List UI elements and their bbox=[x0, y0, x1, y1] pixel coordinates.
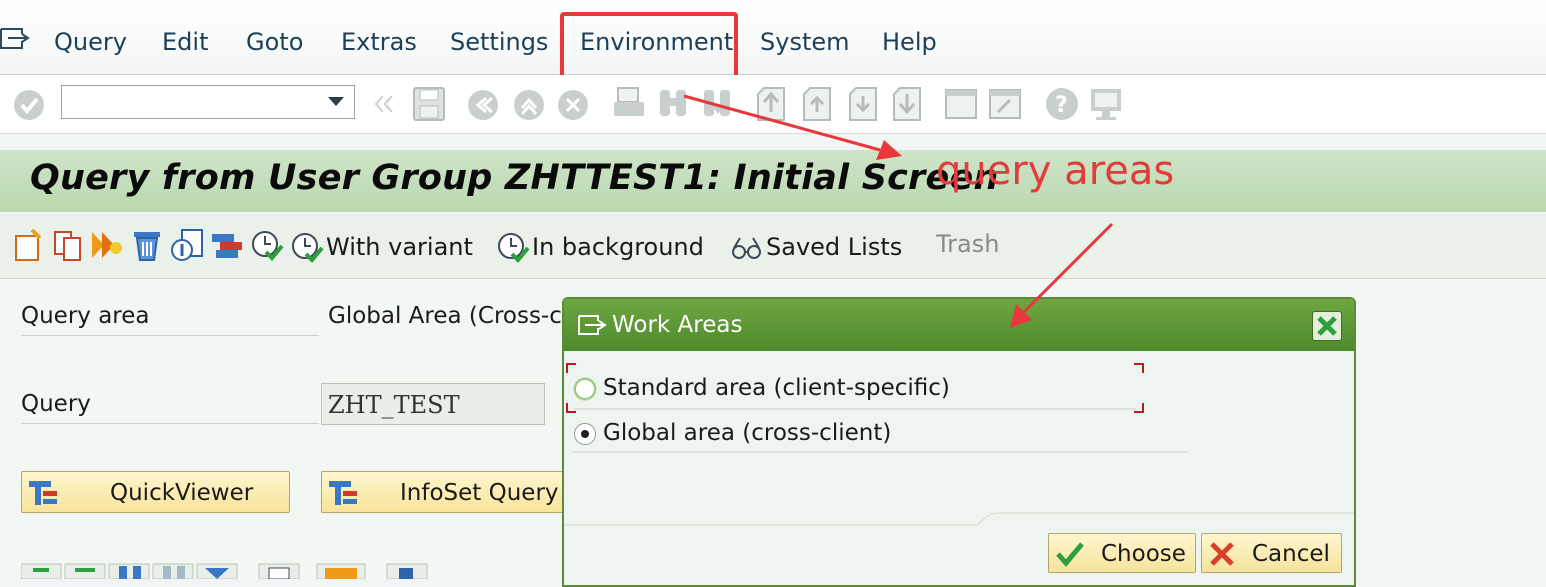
menu-system[interactable]: System bbox=[760, 28, 850, 56]
infoset-icon[interactable] bbox=[210, 228, 244, 262]
dialog-title-bar: Work Areas bbox=[564, 299, 1354, 351]
cancel-button[interactable]: Cancel bbox=[1201, 533, 1342, 573]
svg-text:?: ? bbox=[1055, 93, 1068, 118]
menu-extras[interactable]: Extras bbox=[341, 28, 417, 56]
dialog-menu-icon bbox=[578, 315, 607, 335]
menu-query[interactable]: Query bbox=[54, 28, 127, 56]
choose-button[interactable]: Choose bbox=[1048, 533, 1196, 573]
in-background-button[interactable]: In background bbox=[496, 230, 704, 264]
option-standard-area-label: Standard area (client-specific) bbox=[603, 375, 950, 401]
quickviewer-icon bbox=[29, 481, 57, 505]
dropdown-arrow-icon[interactable] bbox=[328, 97, 344, 107]
execute-variant-icon bbox=[292, 233, 324, 263]
trash-button[interactable]: Trash bbox=[936, 230, 999, 258]
create-icon[interactable] bbox=[12, 228, 46, 262]
customize-layout-icon bbox=[1091, 89, 1121, 120]
close-icon bbox=[1317, 316, 1337, 336]
menu-edit[interactable]: Edit bbox=[162, 28, 208, 56]
trash-label: Trash bbox=[936, 230, 1000, 258]
menu-icon[interactable] bbox=[0, 26, 30, 52]
background-job-icon bbox=[498, 233, 530, 263]
execute-icon[interactable] bbox=[250, 228, 284, 262]
annotation-text: query areas bbox=[936, 148, 1175, 194]
menu-goto[interactable]: Goto bbox=[246, 28, 303, 56]
cancel-label: Cancel bbox=[1252, 541, 1330, 567]
query-area-label: Query area bbox=[21, 303, 319, 336]
save-icon bbox=[413, 87, 445, 121]
infoset-query-label: InfoSet Query bbox=[400, 480, 559, 506]
dialog-title: Work Areas bbox=[612, 312, 743, 338]
cancel-icon bbox=[558, 90, 588, 120]
copy-icon[interactable] bbox=[52, 228, 86, 262]
rename-icon[interactable] bbox=[90, 228, 124, 262]
query-area-value: Global Area (Cross-cl bbox=[328, 303, 569, 329]
description-icon[interactable] bbox=[170, 228, 204, 262]
cancel-x-icon bbox=[1210, 542, 1234, 566]
in-background-label: In background bbox=[532, 233, 704, 261]
new-session-icon bbox=[945, 89, 977, 119]
work-areas-dialog: Work Areas Standard area (client-specifi… bbox=[562, 297, 1356, 587]
page-title: Query from User Group ZHTTEST1: Initial … bbox=[30, 158, 999, 198]
enter-icon[interactable] bbox=[12, 88, 46, 122]
last-page-icon bbox=[893, 87, 921, 121]
bottom-toolbar bbox=[21, 563, 428, 579]
infoset-query-button[interactable]: InfoSet Query bbox=[321, 471, 566, 513]
menu-settings[interactable]: Settings bbox=[450, 28, 548, 56]
next-page-icon bbox=[849, 87, 877, 121]
menu-help[interactable]: Help bbox=[882, 28, 937, 56]
help-icon: ? bbox=[1046, 88, 1078, 120]
radio-global-area[interactable] bbox=[574, 423, 596, 445]
button-area-divider bbox=[564, 512, 1354, 526]
with-variant-button[interactable]: With variant bbox=[290, 230, 473, 264]
quickviewer-label: QuickViewer bbox=[110, 480, 254, 506]
first-page-icon bbox=[757, 87, 785, 121]
delete-icon[interactable] bbox=[130, 228, 164, 262]
find-next-icon bbox=[704, 90, 730, 116]
option-global-area-label: Global area (cross-client) bbox=[603, 420, 892, 446]
command-field[interactable] bbox=[61, 85, 355, 119]
glasses-icon bbox=[732, 237, 761, 259]
environment-highlight-box bbox=[560, 12, 738, 84]
query-label: Query bbox=[21, 391, 319, 424]
choose-label: Choose bbox=[1101, 541, 1186, 567]
back-double-icon bbox=[374, 95, 393, 113]
dialog-close-button[interactable] bbox=[1312, 311, 1342, 341]
command-input[interactable] bbox=[66, 86, 320, 118]
radio-standard-area[interactable] bbox=[574, 378, 596, 400]
back-icon bbox=[468, 90, 498, 120]
quickviewer-button[interactable]: QuickViewer bbox=[21, 471, 290, 513]
shortcut-icon bbox=[989, 89, 1021, 119]
find-icon bbox=[660, 90, 686, 116]
with-variant-label: With variant bbox=[326, 233, 473, 261]
option-divider bbox=[572, 451, 1188, 453]
query-input[interactable]: ZHT_TEST bbox=[321, 383, 545, 425]
checkmark-icon bbox=[1056, 542, 1084, 567]
previous-page-icon bbox=[803, 87, 831, 121]
infoset-query-icon bbox=[329, 481, 357, 505]
saved-lists-button[interactable]: Saved Lists bbox=[730, 230, 902, 264]
saved-lists-label: Saved Lists bbox=[766, 233, 903, 261]
exit-icon bbox=[514, 90, 544, 120]
print-icon bbox=[614, 87, 644, 116]
